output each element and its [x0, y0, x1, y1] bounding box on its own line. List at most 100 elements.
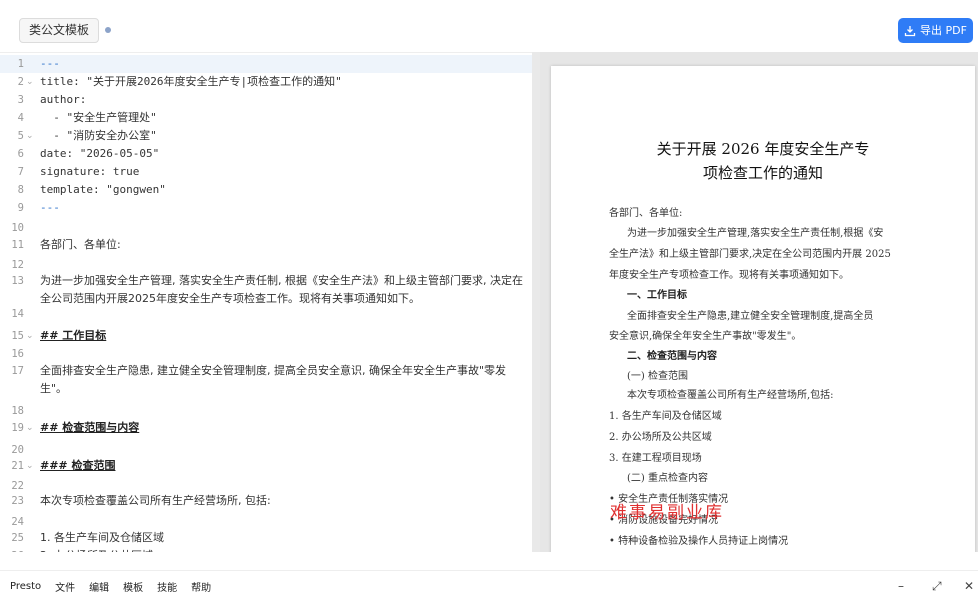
line-content: 1. 各生产车间及仓储区域 [40, 531, 164, 544]
editor-line[interactable]: 15 ⌄ ## 工作目标 [0, 327, 532, 345]
top-toolbar: 类公文模板 导出 PDF [0, 0, 978, 52]
maximize-button[interactable]: ⤢ [932, 579, 942, 594]
editor-line[interactable]: 10 [0, 219, 532, 237]
line-number: 18 [11, 405, 24, 417]
editor-line[interactable]: 23 本次专项检查覆盖公司所有生产经营场所, 包括: [0, 492, 532, 510]
editor-line[interactable]: 16 [0, 345, 532, 363]
line-number: 1 [17, 58, 24, 70]
fold-chevron-icon[interactable]: ⌄ [26, 73, 34, 91]
line-number: 19 [11, 422, 24, 434]
line-number: 13 [11, 275, 24, 287]
line-content: 本次专项检查覆盖公司所有生产经营场所, 包括: [40, 494, 271, 507]
line-content: 2. 办公场所及公共区域 [40, 547, 524, 552]
menu-edit[interactable]: 编辑 [89, 579, 109, 594]
doc-para3: 本次专项检查覆盖公司所有生产经营场所,包括: [627, 390, 834, 401]
editor-line[interactable]: 4 - "安全生产管理处" [0, 109, 532, 127]
editor-line[interactable]: 14 [0, 305, 532, 323]
doc-item-3: 3. 在建工程项目现场 [609, 453, 702, 464]
editor-line[interactable]: 7 signature: true [0, 163, 532, 181]
doc-para1-c: 年度安全生产专项检查工作。现将有关事项通知如下。 [609, 270, 849, 281]
line-number: 23 [11, 495, 24, 507]
export-pdf-label: 导出 PDF [920, 24, 967, 37]
markdown-editor[interactable]: 1 --- 2 ⌄ title: "关于开展2026年度安全生产专|项检查工作的通知" 3… [0, 52, 532, 552]
editor-line[interactable]: 1 --- [0, 55, 532, 73]
editor-line[interactable]: 26 2. 办公场所及公共区域 [0, 547, 532, 552]
editor-line[interactable]: 19 ⌄ ## 检查范围与内容 [0, 419, 532, 437]
watermark-text: 难事易副业库 [610, 503, 724, 523]
fold-chevron-icon[interactable]: ⌄ [26, 127, 34, 145]
fold-chevron-icon[interactable]: ⌄ [26, 327, 34, 345]
editor-line[interactable]: 25 1. 各生产车间及仓储区域 [0, 529, 532, 547]
doc-bullet-3: • 特种设备检验及操作人员持证上岗情况 [609, 536, 789, 547]
line-number: 4 [17, 112, 24, 124]
doc-item-1: 1. 各生产车间及仓储区域 [609, 411, 722, 422]
app-name: Presto [10, 581, 42, 592]
doc-heading-2: 二、检查范围与内容 [627, 351, 717, 362]
doc-greeting: 各部门、各单位: [609, 208, 683, 219]
fold-chevron-icon[interactable]: ⌄ [26, 457, 34, 475]
editor-line[interactable]: 6 date: "2026-05-05" [0, 145, 532, 163]
template-selector-button[interactable]: 类公文模板 [19, 18, 100, 43]
fold-chevron-icon[interactable]: ⌄ [26, 419, 34, 437]
line-content: - "安全生产管理处" [40, 111, 157, 124]
editor-line[interactable]: 2 ⌄ title: "关于开展2026年度安全生产专|项检查工作的通知" [0, 73, 532, 91]
pane-divider[interactable] [532, 52, 540, 552]
menu-skills[interactable]: 技能 [157, 579, 177, 594]
pdf-preview-pane: 关于开展 2026 年度安全生产专 项检查工作的通知 各部门、各单位: 为进一步… [540, 52, 978, 552]
line-content: ## 检查范围与内容 [40, 421, 140, 434]
minimize-button[interactable]: – [898, 579, 904, 593]
menu-file[interactable]: 文件 [55, 579, 75, 594]
editor-line[interactable]: 18 [0, 402, 532, 420]
line-number: 26 [0, 547, 24, 552]
line-number: 17 [11, 365, 24, 377]
doc-heading-2-2: (二) 重点检查内容 [627, 473, 708, 484]
editor-line[interactable]: 13 为进一步加强安全生产管理, 落实安全生产责任制, 根据《安全生产法》和上级主… [0, 272, 532, 306]
export-icon [904, 25, 916, 36]
doc-heading-1: 一、工作目标 [627, 290, 687, 301]
line-content: template: "gongwen" [40, 183, 166, 196]
line-content: --- [40, 57, 60, 70]
line-number: 16 [11, 348, 24, 360]
menu-bar: Presto 文件 编辑 模板 技能 帮助 – ⤢ ✕ [0, 570, 978, 602]
line-number: 10 [11, 222, 24, 234]
editor-line[interactable]: 3 author: [0, 91, 532, 109]
line-content: --- [40, 201, 60, 214]
line-content: - "消防安全办公室" [40, 129, 157, 142]
line-number: 21 [11, 460, 24, 472]
doc-para1-a: 为进一步加强安全生产管理,落实安全生产责任制,根据《安 [627, 228, 884, 239]
line-content: ## 工作目标 [40, 329, 107, 342]
editor-line[interactable]: 8 template: "gongwen" [0, 181, 532, 199]
doc-item-2: 2. 办公场所及公共区域 [609, 432, 712, 443]
preview-page: 关于开展 2026 年度安全生产专 项检查工作的通知 各部门、各单位: 为进一步… [551, 66, 975, 552]
editor-line[interactable]: 21 ⌄ ### 检查范围 [0, 457, 532, 475]
doc-title-line1: 关于开展 2026 年度安全生产专 [656, 140, 870, 158]
line-content: 各部门、各单位: [40, 238, 121, 251]
editor-line[interactable]: 5 ⌄ - "消防安全办公室" [0, 127, 532, 145]
menu-help[interactable]: 帮助 [191, 579, 211, 594]
line-number: 3 [17, 94, 24, 106]
unsaved-indicator-dot [105, 27, 111, 33]
editor-line[interactable]: 9 --- [0, 199, 532, 217]
export-pdf-button[interactable]: 导出 PDF [898, 18, 973, 43]
editor-line[interactable]: 17 全面排查安全生产隐患, 建立健全安全管理制度, 提高全员安全意识, 确保全年… [0, 362, 532, 396]
line-number: 5 [17, 130, 24, 142]
line-content: 全面排查安全生产隐患, 建立健全安全管理制度, 提高全员安全意识, 确保全年安全… [40, 364, 507, 395]
line-content: author: [40, 93, 87, 106]
line-number: 9 [17, 202, 24, 214]
line-content: ### 检查范围 [40, 459, 116, 472]
menu-template[interactable]: 模板 [123, 579, 143, 594]
doc-para1-b: 全生产法》和上级主管部门要求,决定在全公司范围内开展 2025 [609, 249, 891, 260]
line-number: 6 [17, 148, 24, 160]
line-content: date: "2026-05-05" [40, 147, 160, 160]
line-number: 8 [17, 184, 24, 196]
doc-heading-2-1: (一) 检查范围 [627, 371, 688, 382]
line-content: signature: true [40, 165, 140, 178]
line-content: 为进一步加强安全生产管理, 落实安全生产责任制, 根据《安全生产法》和上级主管部… [40, 274, 523, 305]
line-content: title: "关于开展2026年度安全生产专|项检查工作的通知" [40, 75, 342, 88]
line-number: 15 [11, 330, 24, 342]
close-button[interactable]: ✕ [964, 579, 974, 593]
line-number: 2 [17, 76, 24, 88]
line-number: 14 [11, 308, 24, 320]
line-number: 7 [17, 166, 24, 178]
editor-line[interactable]: 11 各部门、各单位: [0, 236, 532, 254]
